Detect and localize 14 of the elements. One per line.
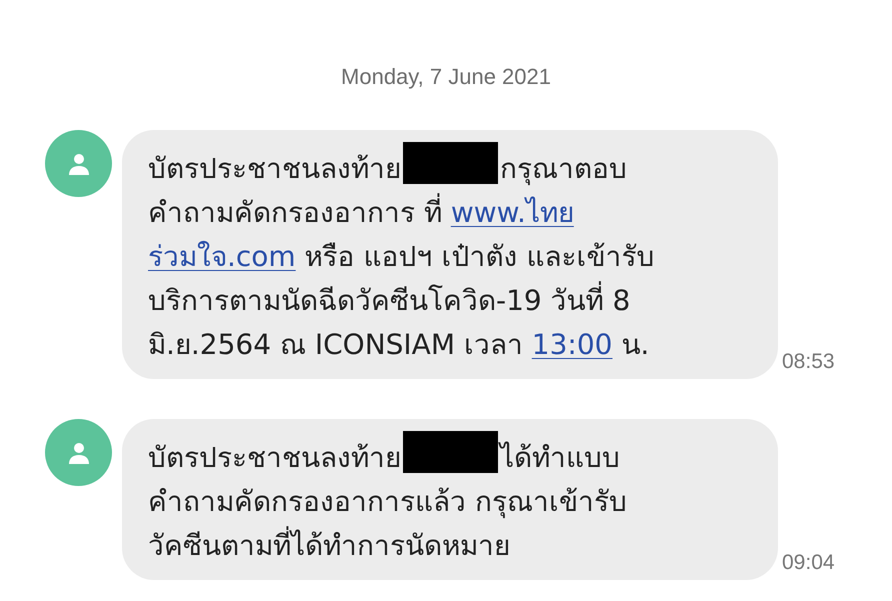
message-text: น. [620,328,650,361]
message-text: คำถามคัดกรองอาการแล้ว กรุณาเข้ารับ [148,485,627,518]
message-link[interactable]: 13:00 [532,328,612,361]
message-text: ได้ทำแบบ [500,441,620,474]
message-text: มิ.ย.2564 ณ ICONSIAM เวลา [148,328,524,361]
message-link[interactable]: www.ไทย [450,196,574,229]
message-link[interactable]: ร่วมใจ.com [148,240,296,273]
message-text: บัตรประชาชนลงท้าย [148,152,401,185]
message-time: 09:04 [782,550,835,576]
message-text: หรือ แอปฯ เป๋าตัง และเข้ารับ [304,240,654,273]
message-time: 08:53 [782,348,835,374]
date-header: Monday, 7 June 2021 [341,63,551,91]
message-text: กรุณาตอบ [500,152,627,185]
message-text: บัตรประชาชนลงท้าย [148,441,401,474]
